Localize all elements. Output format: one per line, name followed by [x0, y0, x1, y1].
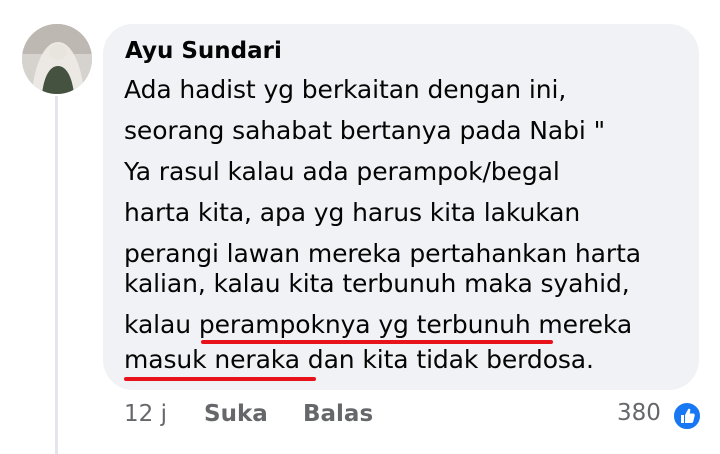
- comment-text-line: kalau perampoknya yg terbunuh mereka: [124, 310, 633, 339]
- thumbs-up-icon: [672, 401, 702, 431]
- comment-text-line: harta kita, apa yg harus kita lakukan: [124, 198, 581, 227]
- like-button[interactable]: Suka: [204, 398, 268, 430]
- avatar-photo: [22, 24, 92, 94]
- comment-text-line: seorang sahabat bertanya pada Nabi ": [124, 116, 605, 145]
- reply-button[interactable]: Balas: [303, 398, 373, 430]
- reaction-count[interactable]: 380: [617, 397, 661, 429]
- comment-author-name[interactable]: Ayu Sundari: [125, 36, 282, 66]
- thread-line: [55, 96, 58, 454]
- comment-text-line: masuk neraka dan kita tidak berdosa.: [124, 345, 594, 374]
- comment-text-line: perangi lawan mereka pertahankan harta: [124, 239, 642, 268]
- comment-text-line: Ya rasul kalau ada perampok/begal: [124, 157, 560, 186]
- highlight-underline: [124, 377, 316, 381]
- comment-text-line: kalian, kalau kita terbunuh maka syahid,: [124, 269, 630, 298]
- avatar[interactable]: [22, 24, 92, 94]
- highlight-underline: [201, 340, 553, 344]
- comment-timestamp[interactable]: 12 j: [124, 398, 167, 430]
- comment-text-line: Ada hadist yg berkaitan dengan ini,: [124, 75, 567, 104]
